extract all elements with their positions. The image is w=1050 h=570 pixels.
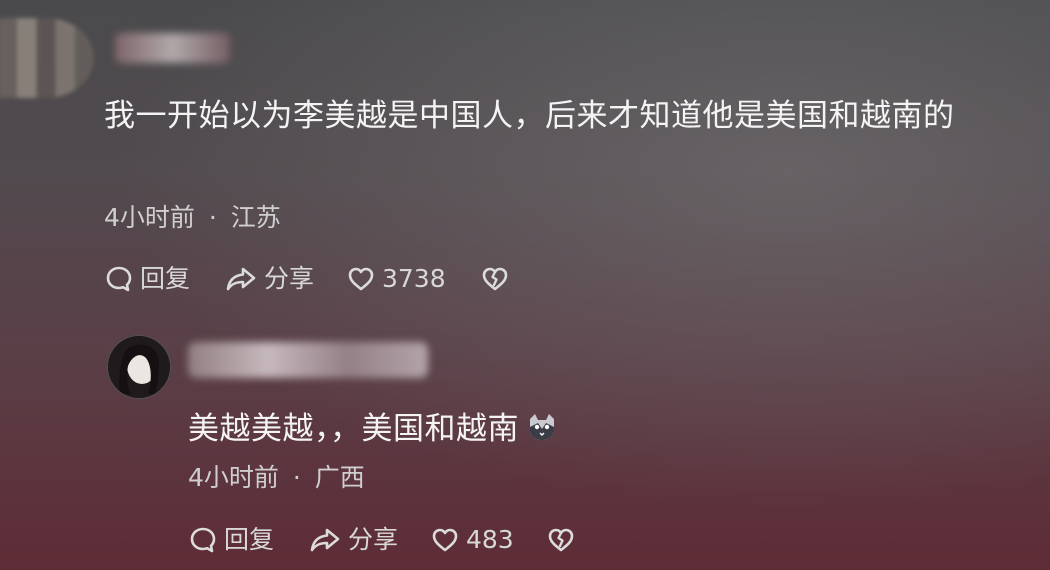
like-count: 483 bbox=[466, 525, 514, 554]
share-button[interactable]: 分享 bbox=[224, 264, 314, 294]
reply-like-button[interactable]: 483 bbox=[430, 525, 514, 555]
like-count: 3738 bbox=[382, 264, 446, 293]
broken-heart-icon bbox=[548, 528, 574, 552]
commenter-avatar[interactable] bbox=[0, 18, 94, 98]
cat-emoji-icon bbox=[527, 411, 557, 451]
meta-separator: · bbox=[292, 463, 301, 492]
reply-text: 美越美越，，美国和越南 bbox=[188, 411, 519, 447]
replier-avatar[interactable] bbox=[107, 335, 171, 399]
reply-dislike-button[interactable] bbox=[546, 525, 576, 555]
reply-button[interactable]: 回复 bbox=[104, 264, 190, 294]
comment-text: 我一开始以为李美越是中国人，后来才知道他是美国和越南的 bbox=[104, 98, 955, 134]
share-label: 分享 bbox=[348, 525, 399, 554]
comment-bubble-icon bbox=[106, 266, 132, 292]
reply-label: 回复 bbox=[224, 525, 275, 554]
reply-location: 广西 bbox=[314, 463, 365, 492]
reply-share-button[interactable]: 分享 bbox=[308, 525, 398, 555]
reply-reply-button[interactable]: 回复 bbox=[188, 525, 274, 555]
like-button[interactable]: 3738 bbox=[346, 264, 446, 294]
comment-location: 江苏 bbox=[230, 203, 281, 232]
meta-separator: · bbox=[208, 203, 217, 232]
share-arrow-icon bbox=[226, 267, 256, 291]
share-label: 分享 bbox=[264, 264, 315, 293]
comment-bubble-icon bbox=[190, 527, 216, 553]
broken-heart-icon bbox=[482, 267, 508, 291]
replier-name-blurred[interactable] bbox=[188, 342, 428, 378]
comment-time: 4小时前 bbox=[104, 203, 195, 232]
share-arrow-icon bbox=[310, 528, 340, 552]
comment-meta: 4小时前 · 江苏 bbox=[104, 203, 281, 233]
reply-text-row: 美越美越，，美国和越南 bbox=[188, 409, 557, 451]
commenter-name-blurred[interactable] bbox=[115, 33, 230, 63]
dislike-button[interactable] bbox=[480, 264, 510, 294]
reply-time: 4小时前 bbox=[188, 463, 279, 492]
person-photo-icon bbox=[108, 336, 170, 398]
reply-label: 回复 bbox=[140, 264, 191, 293]
reply-meta: 4小时前 · 广西 bbox=[188, 463, 365, 493]
heart-icon bbox=[432, 528, 458, 552]
heart-icon bbox=[348, 267, 374, 291]
